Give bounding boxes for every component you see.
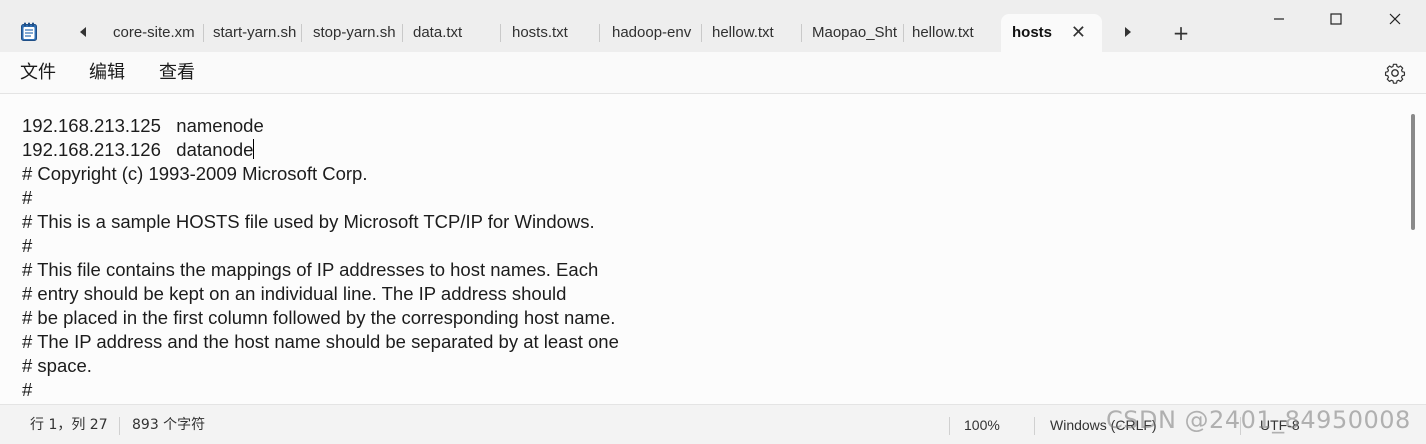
menu-file[interactable]: 文件: [20, 60, 56, 86]
maximize-icon: [1330, 13, 1342, 25]
text-caret: [253, 139, 255, 159]
tab-maopao[interactable]: Maopao_Sht: [812, 14, 900, 52]
editor-line: 192.168.213.125 namenode: [22, 115, 264, 136]
menu-edit[interactable]: 编辑: [89, 60, 125, 86]
status-divider: [119, 417, 120, 435]
character-count: 893 个字符: [132, 417, 206, 433]
scroll-tabs-right-button[interactable]: [1118, 22, 1138, 42]
caret-left-icon: [80, 27, 86, 37]
gear-icon[interactable]: [1384, 62, 1406, 84]
editor-line: # space.: [22, 355, 92, 376]
status-divider: [1034, 417, 1035, 435]
tab-stop-yarn[interactable]: stop-yarn.sh: [313, 14, 405, 52]
editor-content[interactable]: 192.168.213.125 namenode 192.168.213.126…: [22, 114, 1402, 402]
editor-line-text: 192.168.213.126 datanode: [22, 139, 254, 160]
tab-hosts-active[interactable]: hosts ✕: [1001, 14, 1102, 52]
tab-hellow[interactable]: hellow.txt: [712, 14, 802, 52]
editor-line: #: [22, 379, 33, 400]
editor-line: #: [22, 187, 33, 208]
tab-hadoop-env[interactable]: hadoop-env: [612, 14, 698, 52]
editor-line: # Copyright (c) 1993-2009 Microsoft Corp…: [22, 163, 368, 184]
editor-line: 192.168.213.126 datanode: [22, 138, 1402, 162]
tab-divider: [203, 24, 204, 42]
tab-divider: [701, 24, 702, 42]
minimize-icon: [1274, 18, 1284, 20]
notepad-icon: [21, 22, 37, 41]
editor-line: # entry should be kept on an individual …: [22, 283, 567, 304]
tab-hosts-txt[interactable]: hosts.txt: [512, 14, 604, 52]
zoom-level[interactable]: 100%: [964, 405, 1000, 444]
tab-hellow-2[interactable]: hellow.txt: [912, 14, 998, 52]
menu-view[interactable]: 查看: [159, 60, 195, 86]
menu-bar: 文件 编辑 查看: [0, 52, 1426, 94]
maximize-button[interactable]: [1321, 6, 1351, 32]
text-editor[interactable]: 192.168.213.125 namenode 192.168.213.126…: [0, 94, 1426, 404]
new-tab-button[interactable]: +: [1168, 20, 1194, 46]
minimize-button[interactable]: [1264, 6, 1294, 32]
editor-line: # be placed in the first column followed…: [22, 307, 616, 328]
tab-divider: [903, 24, 904, 42]
tab-divider: [500, 24, 501, 42]
watermark-text: CSDN @2401_84950008: [1106, 406, 1411, 434]
tab-core-site[interactable]: core-site.xm: [113, 14, 205, 52]
close-window-button[interactable]: [1380, 6, 1410, 32]
scroll-tabs-left-button[interactable]: [73, 22, 93, 42]
tab-start-yarn[interactable]: start-yarn.sh: [213, 14, 305, 52]
tab-divider: [599, 24, 600, 42]
editor-line: #: [22, 235, 33, 256]
caret-right-icon: [1125, 27, 1131, 37]
editor-line: # The IP address and the host name shoul…: [22, 331, 619, 352]
tab-data[interactable]: data.txt: [413, 14, 505, 52]
editor-line: # This file contains the mappings of IP …: [22, 259, 599, 280]
vertical-scrollbar[interactable]: [1411, 114, 1415, 230]
notepad-window: core-site.xm start-yarn.sh stop-yarn.sh …: [0, 0, 1426, 444]
tab-divider: [301, 24, 302, 42]
tab-divider: [801, 24, 802, 42]
tab-divider: [402, 24, 403, 42]
status-divider: [949, 417, 950, 435]
editor-line: # This is a sample HOSTS file used by Mi…: [22, 211, 595, 232]
cursor-position[interactable]: 行 1，列 27: [30, 405, 108, 444]
title-bar: core-site.xm start-yarn.sh stop-yarn.sh …: [0, 0, 1426, 52]
close-icon: [1389, 13, 1401, 25]
close-tab-icon[interactable]: ✕: [1071, 14, 1086, 52]
